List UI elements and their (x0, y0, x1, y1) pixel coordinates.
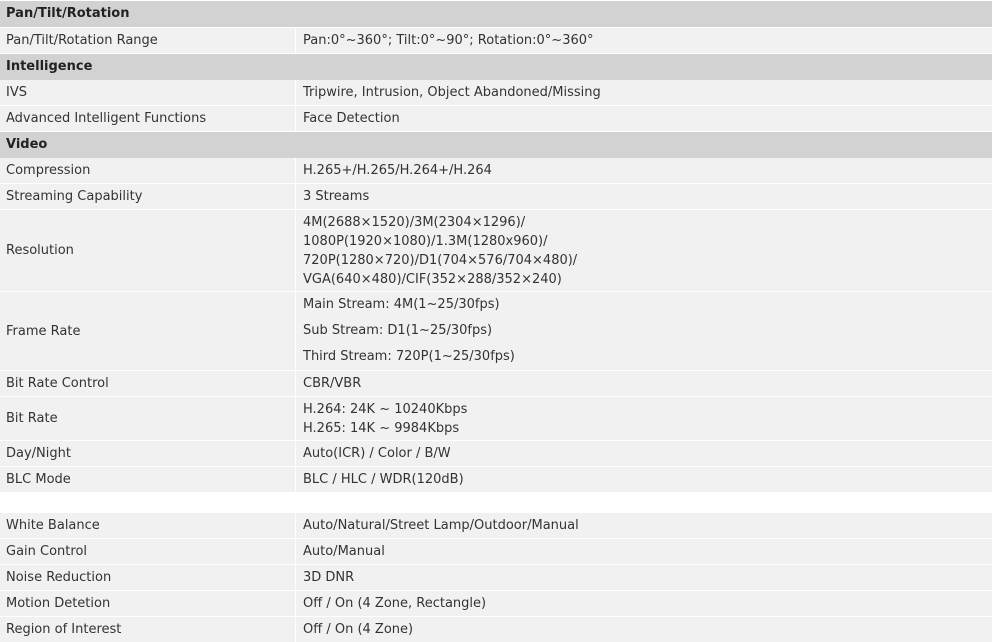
row-label: IVS (0, 80, 296, 105)
value-line: Main Stream: 4M(1~25/30fps) (303, 297, 500, 312)
row-value: Auto/Manual (296, 539, 992, 564)
row-value: Main Stream: 4M(1~25/30fps) Sub Stream: … (296, 292, 992, 370)
row-label: Streaming Capability (0, 184, 296, 209)
row-label: Gain Control (0, 539, 296, 564)
row-label: BLC Mode (0, 467, 296, 492)
row-label: Frame Rate (0, 292, 296, 370)
row-label: Day/Night (0, 441, 296, 466)
row-label: Region of Interest (0, 617, 296, 642)
section-header-pan-tilt-rotation: Pan/Tilt/Rotation (0, 1, 992, 27)
value-line: 4M(2688×1520)/3M(2304×1296)/ (303, 214, 526, 230)
value-line: Third Stream: 720P(1~25/30fps) (303, 349, 515, 364)
spec-row-day-night: Day/Night Auto(ICR) / Color / B/W (0, 441, 992, 466)
row-value: 3D DNR (296, 565, 992, 590)
spec-row-compression: Compression H.265+/H.265/H.264+/H.264 (0, 158, 992, 183)
value-line: Sub Stream: D1(1~25/30fps) (303, 323, 493, 338)
value-line: H.265: 14K ~ 9984Kbps (303, 420, 460, 436)
value-line: 720P(1280×720)/D1(704×576/704×480)/ (303, 252, 578, 268)
spec-row-blc-mode: BLC Mode BLC / HLC / WDR(120dB) (0, 467, 992, 492)
row-value: H.264: 24K ~ 10240Kbps H.265: 14K ~ 9984… (296, 397, 992, 440)
value-line: VGA(640×480)/CIF(352×288/352×240) (303, 271, 562, 287)
row-label: Resolution (0, 210, 296, 291)
row-label: Advanced Intelligent Functions (0, 106, 296, 131)
row-value: Off / On (4 Zone) (296, 617, 992, 642)
value-line: H.264: 24K ~ 10240Kbps (303, 401, 468, 417)
row-value: Face Detection (296, 106, 992, 131)
row-value: Off / On (4 Zone, Rectangle) (296, 591, 992, 616)
spec-row-region-of-interest: Region of Interest Off / On (4 Zone) (0, 617, 992, 642)
row-label: Noise Reduction (0, 565, 296, 590)
spec-row-bit-rate-control: Bit Rate Control CBR/VBR (0, 371, 992, 396)
row-value: Auto(ICR) / Color / B/W (296, 441, 992, 466)
spec-row-advanced-intelligent: Advanced Intelligent Functions Face Dete… (0, 106, 992, 131)
spec-row-frame-rate: Frame Rate Main Stream: 4M(1~25/30fps) S… (0, 292, 992, 370)
row-label: Motion Detetion (0, 591, 296, 616)
row-value: 4M(2688×1520)/3M(2304×1296)/ 1080P(1920×… (296, 210, 992, 291)
row-label: Bit Rate Control (0, 371, 296, 396)
row-label: Compression (0, 158, 296, 183)
spec-row-ptr-range: Pan/Tilt/Rotation Range Pan:0°~360°; Til… (0, 28, 992, 53)
row-value: H.265+/H.265/H.264+/H.264 (296, 158, 992, 183)
spec-row-ivs: IVS Tripwire, Intrusion, Object Abandone… (0, 80, 992, 105)
row-label: Pan/Tilt/Rotation Range (0, 28, 296, 53)
row-label: White Balance (0, 513, 296, 538)
value-line: 1080P(1920×1080)/1.3M(1280x960)/ (303, 233, 548, 249)
spec-row-motion-detection: Motion Detetion Off / On (4 Zone, Rectan… (0, 591, 992, 616)
spec-row-streaming-capability: Streaming Capability 3 Streams (0, 184, 992, 209)
spec-row-white-balance: White Balance Auto/Natural/Street Lamp/O… (0, 513, 992, 538)
row-value: Tripwire, Intrusion, Object Abandoned/Mi… (296, 80, 992, 105)
row-value: Auto/Natural/Street Lamp/Outdoor/Manual (296, 513, 992, 538)
spec-row-bit-rate: Bit Rate H.264: 24K ~ 10240Kbps H.265: 1… (0, 397, 992, 440)
page-gap (0, 492, 992, 513)
row-value: CBR/VBR (296, 371, 992, 396)
section-header-intelligence: Intelligence (0, 54, 992, 80)
section-header-video: Video (0, 132, 992, 158)
row-value: Pan:0°~360°; Tilt:0°~90°; Rotation:0°~36… (296, 28, 992, 53)
row-value: BLC / HLC / WDR(120dB) (296, 467, 992, 492)
spec-row-noise-reduction: Noise Reduction 3D DNR (0, 565, 992, 590)
spec-row-gain-control: Gain Control Auto/Manual (0, 539, 992, 564)
row-value: 3 Streams (296, 184, 992, 209)
spec-row-resolution: Resolution 4M(2688×1520)/3M(2304×1296)/ … (0, 210, 992, 291)
row-label: Bit Rate (0, 397, 296, 440)
